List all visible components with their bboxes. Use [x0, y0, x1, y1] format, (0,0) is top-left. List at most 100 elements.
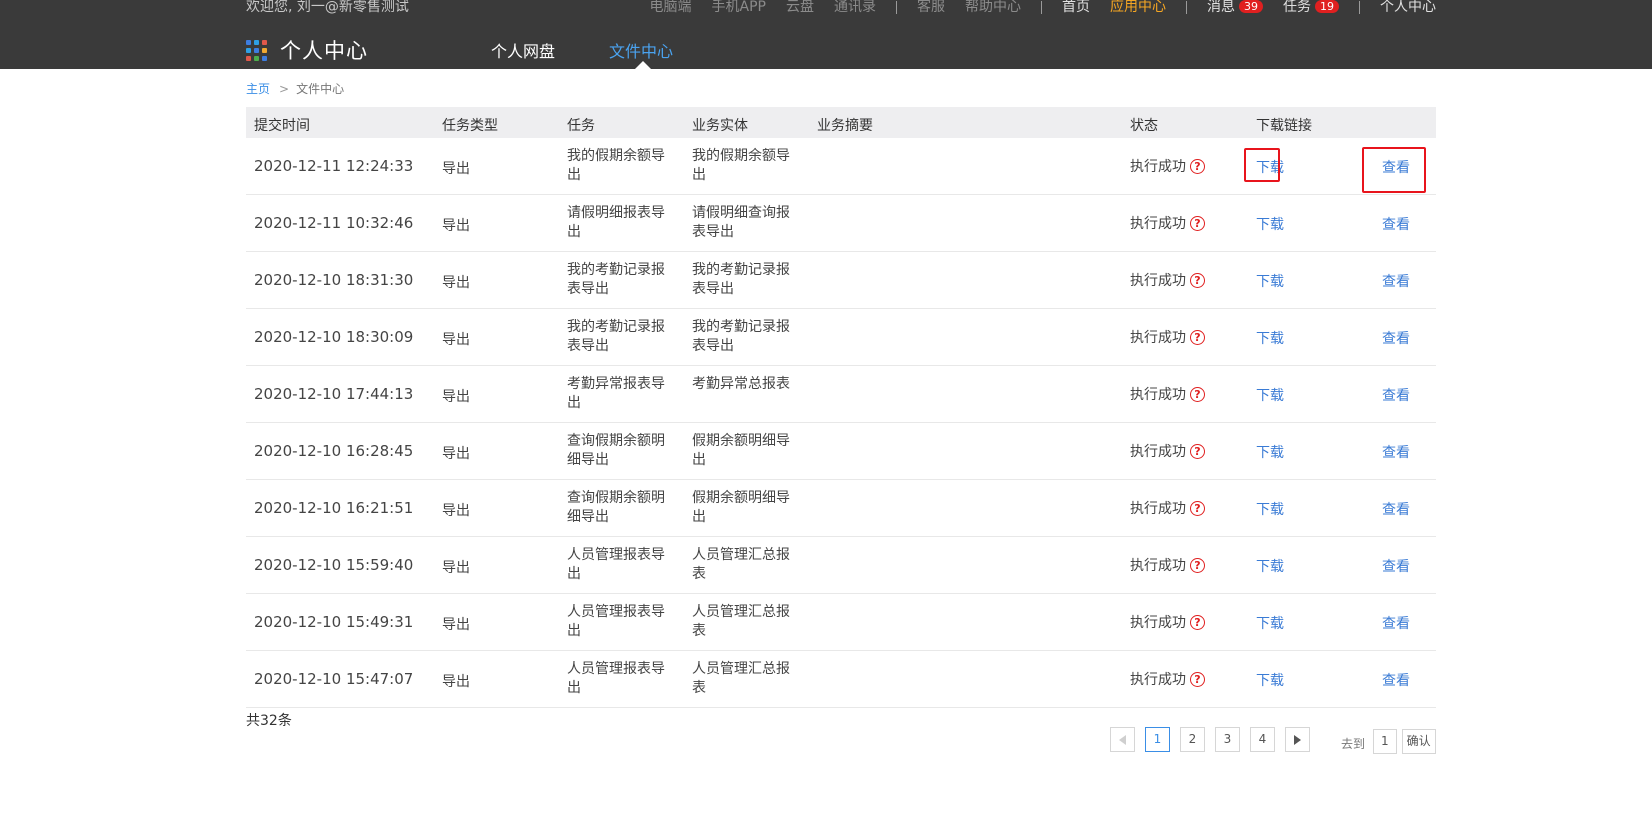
download-link[interactable]: 下载 [1256, 499, 1284, 519]
question-circle-icon[interactable]: ? [1190, 614, 1205, 630]
file-table: 提交时间 任务类型 任务 业务实体 业务摘要 状态 下载链接 2020-12-1… [246, 107, 1436, 708]
task-type: 导出 [442, 503, 470, 519]
goto-page-input[interactable]: 1 [1372, 729, 1397, 754]
col-task-type: 任务类型 [442, 118, 498, 134]
question-circle-icon[interactable]: ? [1190, 215, 1205, 231]
question-circle-icon[interactable]: ? [1190, 386, 1205, 402]
prev-page-icon [1119, 735, 1126, 745]
task-name: 查询假期余额明细导出 [567, 490, 665, 525]
link-help-center[interactable]: 帮助中心 [965, 0, 1021, 15]
table-row: 2020-12-10 15:49:31 导出 人员管理报表导出 人员管理汇总报表 执行成… [246, 594, 1436, 651]
link-messages[interactable]: 消息 39 [1207, 0, 1263, 15]
status-text: 执行成功 [1130, 273, 1186, 289]
task-name: 人员管理报表导出 [567, 661, 665, 696]
question-circle-icon[interactable]: ? [1190, 158, 1205, 174]
submit-time: 2020-12-10 18:30:09 [254, 328, 414, 346]
view-link[interactable]: 查看 [1382, 157, 1410, 177]
view-link[interactable]: 查看 [1382, 613, 1410, 633]
active-tab-caret [635, 61, 651, 69]
goto-label: 去到 [1341, 737, 1366, 751]
breadcrumb: 主页 > 文件中心 [246, 80, 344, 97]
divider [1359, 1, 1360, 14]
download-link[interactable]: 下载 [1256, 271, 1284, 291]
task-type: 导出 [442, 161, 470, 177]
page-button-1[interactable]: 1 [1145, 727, 1170, 752]
submit-time: 2020-12-10 15:59:40 [254, 556, 414, 574]
link-customer-service[interactable]: 客服 [917, 0, 945, 15]
task-name: 请假明细报表导出 [567, 205, 665, 240]
status-text: 执行成功 [1130, 387, 1186, 403]
business-entity: 假期余额明细导出 [692, 433, 790, 468]
business-entity: 人员管理汇总报表 [692, 661, 790, 696]
tab-personal-disk[interactable]: 个人网盘 [491, 38, 555, 62]
link-app-center[interactable]: 应用中心 [1110, 0, 1166, 15]
page-button-3[interactable]: 3 [1215, 727, 1240, 752]
business-entity: 我的考勤记录报表导出 [692, 262, 790, 297]
divider [1041, 1, 1042, 14]
link-mobile-app[interactable]: 手机APP [712, 0, 766, 15]
task-type: 导出 [442, 560, 470, 576]
question-circle-icon[interactable]: ? [1190, 272, 1205, 288]
download-link[interactable]: 下载 [1256, 556, 1284, 576]
status-text: 执行成功 [1130, 159, 1186, 175]
goto-page: 去到 1 确认 [1341, 729, 1436, 757]
download-link[interactable]: 下载 [1256, 670, 1284, 690]
link-tasks[interactable]: 任务 19 [1283, 0, 1339, 15]
table-row: 2020-12-10 15:59:40 导出 人员管理报表导出 人员管理汇总报表 执行成… [246, 537, 1436, 594]
status-text: 执行成功 [1130, 330, 1186, 346]
next-page-button[interactable] [1285, 727, 1310, 752]
link-contacts[interactable]: 通讯录 [834, 0, 876, 15]
status: 执行成功? [1130, 384, 1205, 404]
view-link[interactable]: 查看 [1382, 271, 1410, 291]
question-circle-icon[interactable]: ? [1190, 500, 1205, 516]
task-name: 查询假期余额明细导出 [567, 433, 665, 468]
breadcrumb-home[interactable]: 主页 [246, 82, 270, 96]
link-personal-center[interactable]: 个人中心 [1380, 0, 1436, 15]
business-entity: 我的假期余额导出 [692, 148, 790, 183]
status-text: 执行成功 [1130, 444, 1186, 460]
page-button-4[interactable]: 4 [1250, 727, 1275, 752]
question-circle-icon[interactable]: ? [1190, 671, 1205, 687]
view-link[interactable]: 查看 [1382, 214, 1410, 234]
business-entity: 人员管理汇总报表 [692, 604, 790, 639]
view-link[interactable]: 查看 [1382, 556, 1410, 576]
top-bar: 欢迎您, 刘一@新零售测试 电脑端 手机APP 云盘 通讯录 客服 帮助中心 首… [246, 0, 1436, 17]
download-link[interactable]: 下载 [1256, 328, 1284, 348]
page-button-2[interactable]: 2 [1180, 727, 1205, 752]
col-status: 状态 [1130, 118, 1158, 134]
view-link[interactable]: 查看 [1382, 328, 1410, 348]
link-cloud-disk[interactable]: 云盘 [786, 0, 814, 15]
business-entity: 请假明细查询报表导出 [692, 205, 790, 240]
view-link[interactable]: 查看 [1382, 385, 1410, 405]
download-link[interactable]: 下载 [1256, 385, 1284, 405]
view-link[interactable]: 查看 [1382, 670, 1410, 690]
confirm-button[interactable]: 确认 [1401, 729, 1436, 754]
table-body: 2020-12-11 12:24:33 导出 我的假期余额导出 我的假期余额导出 执行成… [246, 138, 1436, 708]
status-text: 执行成功 [1130, 558, 1186, 574]
submit-time: 2020-12-10 15:47:07 [254, 670, 414, 688]
status: 执行成功? [1130, 327, 1205, 347]
question-circle-icon[interactable]: ? [1190, 557, 1205, 573]
status: 执行成功? [1130, 441, 1205, 461]
tasks-label: 任务 [1283, 0, 1311, 15]
question-circle-icon[interactable]: ? [1190, 443, 1205, 459]
download-link[interactable]: 下载 [1256, 442, 1284, 462]
messages-label: 消息 [1207, 0, 1235, 15]
download-link[interactable]: 下载 [1256, 214, 1284, 234]
app-logo[interactable]: 个人中心 [246, 35, 368, 65]
tab-file-center[interactable]: 文件中心 [609, 38, 673, 62]
link-desktop[interactable]: 电脑端 [650, 0, 692, 15]
download-link[interactable]: 下载 [1256, 613, 1284, 633]
view-link[interactable]: 查看 [1382, 442, 1410, 462]
business-entity: 我的考勤记录报表导出 [692, 319, 790, 354]
prev-page-button[interactable] [1110, 727, 1135, 752]
link-home[interactable]: 首页 [1062, 0, 1090, 15]
submit-time: 2020-12-10 15:49:31 [254, 613, 414, 631]
breadcrumb-current: 文件中心 [296, 82, 345, 96]
submit-time: 2020-12-10 17:44:13 [254, 385, 414, 403]
download-link[interactable]: 下载 [1256, 157, 1284, 177]
question-circle-icon[interactable]: ? [1190, 329, 1205, 345]
table-header: 提交时间 任务类型 任务 业务实体 业务摘要 状态 下载链接 [246, 107, 1436, 138]
task-type: 导出 [442, 332, 470, 348]
view-link[interactable]: 查看 [1382, 499, 1410, 519]
